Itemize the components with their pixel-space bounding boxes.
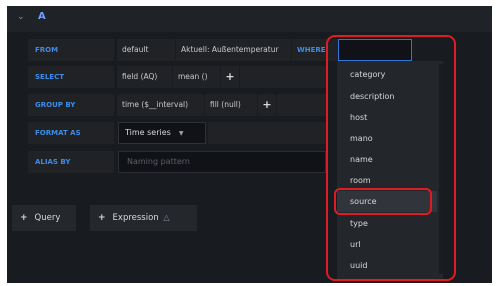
chevron-down-icon[interactable]: ⌄ [17,12,25,22]
from-keyword: FROM [28,39,114,61]
format-row-filler [208,122,326,144]
group-by-keyword: GROUP BY [28,94,114,116]
time-interval-segment[interactable]: time ($__interval) [117,94,204,116]
source-highlight-annotation [334,188,432,215]
retention-policy-segment[interactable]: default [117,39,175,61]
plus-icon: + [20,213,28,223]
add-select-button[interactable]: + [221,66,239,88]
fill-segment[interactable]: fill (null) [205,94,257,116]
add-expression-label: Expression [112,213,159,223]
query-name: A [38,11,46,22]
add-expression-button[interactable]: + Expression △ [90,205,197,231]
format-select-value: Time series [125,128,171,137]
plus-icon: + [98,213,106,223]
group-by-row-filler [277,94,326,116]
add-query-button[interactable]: + Query [12,205,76,231]
query-header[interactable]: ⌄ A [7,6,492,32]
caret-down-icon: ▼ [178,130,184,137]
warning-icon: △ [163,213,170,222]
alias-input[interactable]: Naming pattern [118,151,326,173]
aggregation-segment[interactable]: mean () [173,66,220,88]
format-select[interactable]: Time series ▼ [118,122,206,144]
add-query-label: Query [34,213,61,223]
dropdown-highlight-annotation [326,35,456,281]
format-as-keyword: FORMAT AS [28,122,114,144]
select-keyword: SELECT [28,66,114,88]
add-group-by-button[interactable]: + [258,94,276,116]
alias-by-keyword: ALIAS BY [28,151,114,173]
measurement-segment[interactable]: Aktuell: Außentemperatur [176,39,291,61]
select-row-filler [240,66,326,88]
field-segment[interactable]: field (AQ) [117,66,172,88]
